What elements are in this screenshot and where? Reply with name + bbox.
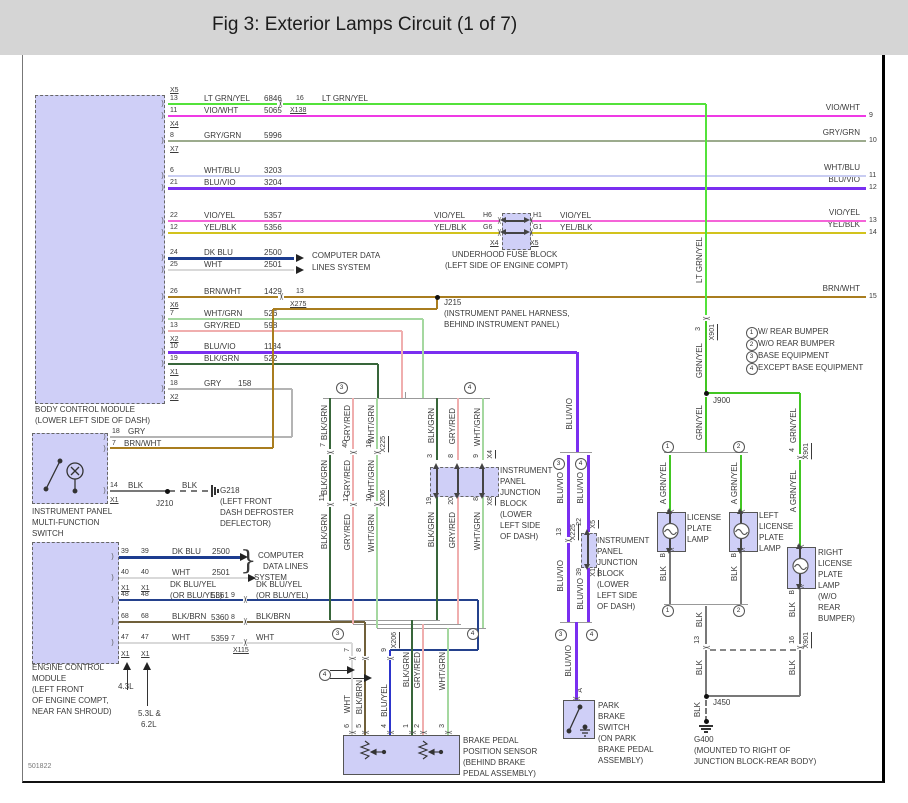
- multifunction-switch-symbol: [43, 458, 84, 494]
- wiring-diagram-page: Fig 3: Exterior Lamps Circuit (1 of 7) R…: [0, 0, 908, 803]
- right-license-plate-lamp-bulb-icon: [792, 557, 809, 575]
- component-symbols: [43, 458, 809, 760]
- park-brake-switch-symbol: [566, 704, 590, 737]
- bpp-sensor-potentiometer-symbols: [359, 740, 444, 760]
- left-license-plate-lamp-bulb-icon: [733, 522, 750, 540]
- license-plate-lamp-bulb-icon: [662, 522, 679, 540]
